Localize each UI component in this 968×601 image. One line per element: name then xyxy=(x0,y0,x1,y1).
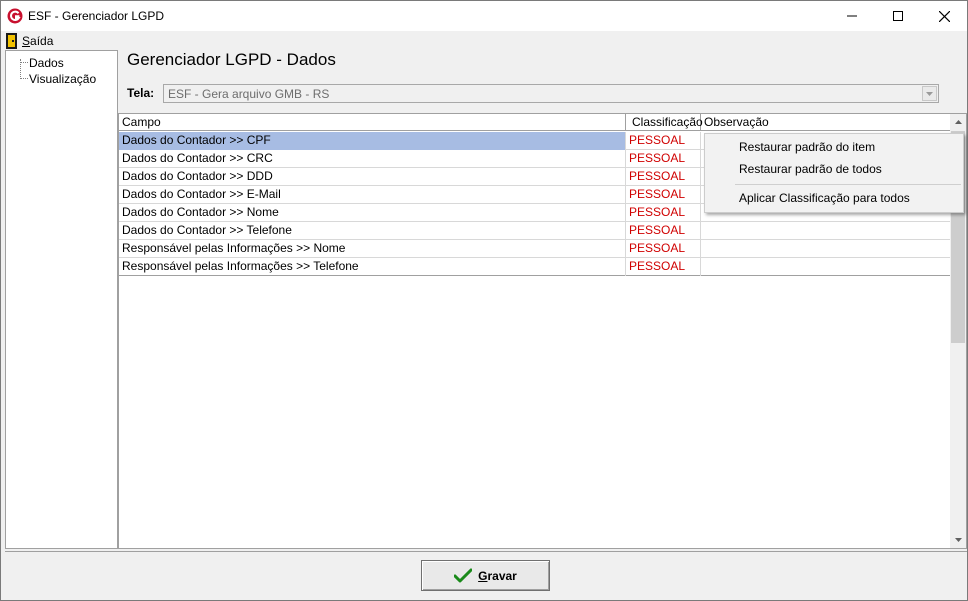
cell-campo[interactable]: Dados do Contador >> CRC xyxy=(119,150,626,168)
maximize-button[interactable] xyxy=(875,1,921,31)
table-row[interactable]: Dados do Contador >> Telefone PESSOAL xyxy=(119,222,951,240)
cell-campo[interactable]: Dados do Contador >> DDD xyxy=(119,168,626,186)
menu-separator xyxy=(735,184,961,185)
column-header-observacao[interactable]: Observação xyxy=(701,114,951,131)
cell-classificacao[interactable]: PESSOAL xyxy=(626,204,701,222)
app-window: ESF - Gerenciador LGPD Saída Dados Visua… xyxy=(0,0,968,601)
chevron-down-icon xyxy=(954,538,962,542)
cell-campo[interactable]: Dados do Contador >> Nome xyxy=(119,204,626,222)
menu-item-saida[interactable]: Saída xyxy=(6,32,53,49)
exit-door-icon xyxy=(6,32,17,49)
close-icon xyxy=(938,10,950,22)
cell-campo[interactable]: Dados do Contador >> CPF xyxy=(119,132,626,150)
cell-classificacao[interactable]: PESSOAL xyxy=(626,186,701,204)
menu-bar: Saída xyxy=(1,31,967,50)
tela-select-value: ESF - Gera arquivo GMB - RS xyxy=(168,87,330,101)
navigation-tree: Dados Visualização xyxy=(5,50,118,549)
grid-header: Campo Classificação Observação xyxy=(119,114,951,131)
gravar-button[interactable]: Gravar xyxy=(421,560,550,591)
scroll-up-button[interactable] xyxy=(950,114,966,130)
tela-dropdown-button[interactable] xyxy=(922,86,937,101)
context-item-restaurar-todos[interactable]: Restaurar padrão de todos xyxy=(739,162,882,176)
page-title: Gerenciador LGPD - Dados xyxy=(127,50,336,69)
cell-campo[interactable]: Responsável pelas Informações >> Telefon… xyxy=(119,258,626,276)
checkmark-icon xyxy=(454,568,473,583)
tela-select[interactable]: ESF - Gera arquivo GMB - RS xyxy=(163,84,939,103)
menu-saida-label: aída xyxy=(30,33,54,48)
cell-classificacao[interactable]: PESSOAL xyxy=(626,222,701,240)
tela-label: Tela: xyxy=(127,86,155,100)
scroll-down-button[interactable] xyxy=(950,532,966,548)
column-header-classificacao[interactable]: Classificação xyxy=(626,114,703,131)
gravar-label: ravar xyxy=(487,568,517,583)
context-item-restaurar-item[interactable]: Restaurar padrão do item xyxy=(739,140,875,154)
tree-item-dados[interactable]: Dados xyxy=(29,56,64,70)
cell-observacao[interactable] xyxy=(701,222,951,240)
column-header-campo[interactable]: Campo xyxy=(119,114,626,131)
cell-observacao[interactable] xyxy=(701,240,951,258)
cell-classificacao[interactable]: PESSOAL xyxy=(626,240,701,258)
minimize-button[interactable] xyxy=(829,1,875,31)
context-menu: Restaurar padrão do item Restaurar padrã… xyxy=(704,133,964,213)
title-bar: ESF - Gerenciador LGPD xyxy=(1,1,967,31)
table-row[interactable]: Responsável pelas Informações >> Telefon… xyxy=(119,258,951,276)
maximize-icon xyxy=(893,11,903,21)
chevron-up-icon xyxy=(954,120,962,124)
cell-classificacao[interactable]: PESSOAL xyxy=(626,150,701,168)
tree-connector xyxy=(20,78,28,79)
close-button[interactable] xyxy=(921,1,967,31)
cell-campo[interactable]: Responsável pelas Informações >> Nome xyxy=(119,240,626,258)
cell-classificacao[interactable]: PESSOAL xyxy=(626,132,701,150)
window-title: ESF - Gerenciador LGPD xyxy=(28,9,165,23)
minimize-icon xyxy=(847,15,857,17)
table-row[interactable]: Responsável pelas Informações >> Nome PE… xyxy=(119,240,951,258)
cell-classificacao[interactable]: PESSOAL xyxy=(626,168,701,186)
tree-item-visualizacao[interactable]: Visualização xyxy=(29,72,96,86)
cell-campo[interactable]: Dados do Contador >> Telefone xyxy=(119,222,626,240)
menu-saida-accel: S xyxy=(22,33,31,48)
cell-classificacao[interactable]: PESSOAL xyxy=(626,258,701,276)
tree-connector xyxy=(20,62,28,63)
chevron-down-icon xyxy=(926,91,933,96)
cell-campo[interactable]: Dados do Contador >> E-Mail xyxy=(119,186,626,204)
cell-observacao[interactable] xyxy=(701,258,951,276)
esf-logo-icon xyxy=(7,8,23,24)
context-item-aplicar-classificacao[interactable]: Aplicar Classificação para todos xyxy=(739,191,910,205)
